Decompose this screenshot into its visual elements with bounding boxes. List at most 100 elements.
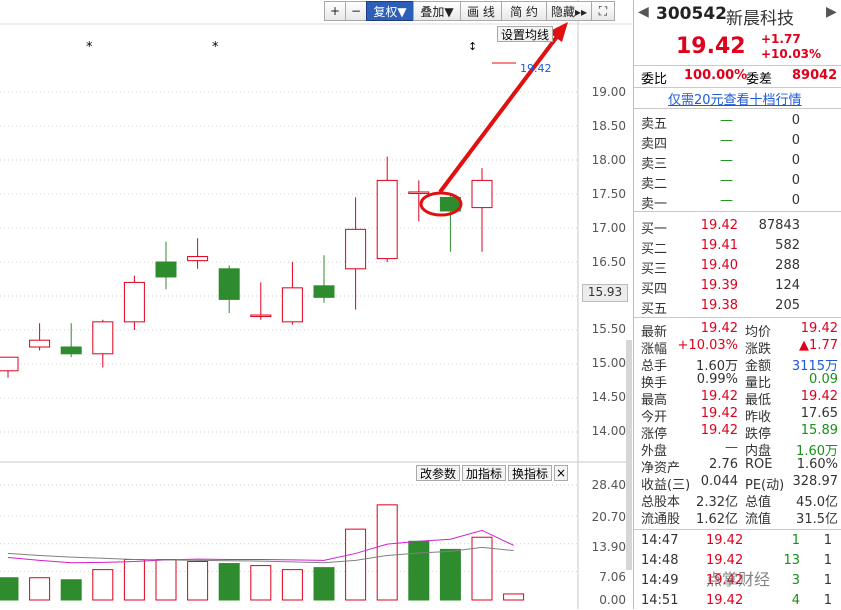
tick-time: 14:47 — [641, 533, 679, 548]
stat-row: 涨停 19.42 跌停 15.89 — [634, 423, 841, 442]
stat-value: 0.99% — [696, 372, 738, 387]
tick-count: 1 — [823, 593, 832, 608]
chart-toolbar: + − 复权▼ 叠加▼ 画 线 简 约 隐藏▸▸ ⛶ — [324, 1, 615, 23]
zoom-out-button[interactable]: − — [345, 1, 367, 21]
level-price: — — [720, 153, 733, 168]
price-tick-label: 17.00 — [591, 221, 626, 235]
level-volume: 582 — [775, 238, 800, 253]
last-price: 19.42 — [676, 34, 746, 59]
edit-params-button[interactable]: 改参数 — [416, 465, 461, 481]
overlay-dropdown[interactable]: 叠加▼ — [413, 1, 461, 21]
candle-body — [345, 228, 367, 270]
sell-level-row: 卖五 — 0 — [634, 113, 841, 132]
order-ratio-label: 委比 — [641, 72, 668, 87]
level-price: — — [720, 193, 733, 208]
volume-bar — [376, 504, 398, 601]
volume-bar — [29, 577, 51, 601]
kline-chart-panel[interactable]: + − 复权▼ 叠加▼ 画 线 简 约 隐藏▸▸ ⛶ 设置均线 19.42 * … — [0, 0, 632, 609]
tick-volume: 1 — [791, 533, 800, 548]
price-tick-label: 18.00 — [591, 153, 626, 167]
stat-label: 流通股 — [641, 512, 681, 527]
stat-value: 31.5亿 — [796, 512, 838, 527]
close-icon[interactable]: × — [554, 465, 569, 481]
price-tick-label: 17.50 — [591, 187, 626, 201]
draw-line-button[interactable]: 画 线 — [460, 1, 502, 21]
level-price: 19.39 — [700, 278, 738, 293]
tick-price: 19.42 — [706, 533, 744, 548]
level-price: 19.42 — [700, 218, 738, 233]
tick-time: 14:48 — [641, 553, 679, 568]
hide-panel-button[interactable]: 隐藏▸▸ — [546, 1, 592, 21]
level-label: 卖二 — [641, 177, 668, 192]
annotation-arrow — [438, 28, 564, 194]
stat-value: 19.42 — [700, 321, 738, 336]
stat-value: 2.76 — [709, 457, 738, 472]
event-marker[interactable]: * — [86, 40, 93, 55]
volume-bar — [0, 577, 19, 601]
volume-bar — [471, 536, 493, 601]
stat-value: 17.65 — [800, 406, 838, 421]
stat-value: 15.89 — [800, 423, 838, 438]
watermark-text: 点掌财经 — [706, 570, 771, 589]
tick-time: 14:49 — [641, 573, 679, 588]
price-tick-label: 14.50 — [591, 390, 626, 404]
current-price-marker: 15.93 — [582, 284, 628, 302]
set-ma-button[interactable]: 设置均线 — [497, 26, 554, 42]
tick-price: 19.42 — [706, 593, 744, 608]
stat-row: 今开 19.42 昨收 17.65 — [634, 406, 841, 425]
price-tick-label: 15.00 — [591, 356, 626, 370]
level-label: 买三 — [641, 262, 668, 277]
price-change-pct: +10.03% — [761, 47, 822, 61]
zoom-in-button[interactable]: + — [324, 1, 346, 21]
stat-value: 1.62亿 — [696, 512, 738, 527]
candle-body — [123, 281, 145, 323]
candle-body — [471, 179, 493, 209]
sell-level-row: 卖三 — 0 — [634, 153, 841, 172]
volume-tick-label: 13.90 — [591, 540, 626, 554]
order-diff-value: 89042 — [792, 68, 838, 83]
stat-value: — — [725, 440, 738, 455]
sell-level-row: 卖二 — 0 — [634, 173, 841, 192]
price-tick-label: 14.00 — [591, 424, 626, 438]
candle-body — [408, 191, 430, 194]
add-indicator-button[interactable]: 加指标 — [462, 465, 507, 481]
candle-body — [218, 268, 240, 300]
upgrade-level10-link[interactable]: 仅需20元查看十档行情 — [668, 89, 802, 108]
order-diff-label: 委差 — [746, 72, 773, 87]
fullscreen-icon[interactable]: ⛶ — [591, 1, 615, 21]
event-marker[interactable]: ↕ — [468, 40, 477, 53]
level-volume: 0 — [791, 193, 800, 208]
simple-mode-button[interactable]: 简 约 — [501, 1, 547, 21]
kline-svg — [0, 0, 632, 609]
stock-name: 新晨科技 — [726, 9, 794, 29]
price-change: +1.77 — [761, 32, 801, 46]
stat-value: 19.42 — [700, 389, 738, 404]
restore-rights-dropdown[interactable]: 复权▼ — [366, 1, 414, 21]
level-label: 卖四 — [641, 137, 668, 152]
event-marker[interactable]: * — [212, 40, 219, 55]
stat-row: 最高 19.42 最低 19.42 — [634, 389, 841, 408]
level-label: 买二 — [641, 242, 668, 257]
switch-indicator-button[interactable]: 换指标 — [508, 465, 553, 481]
quote-panel: ◀ 300542 新晨科技 ▶ 19.42 +1.77 +10.03% 委比 1… — [633, 0, 841, 609]
stock-code: 300542 — [656, 4, 727, 24]
stat-row: 最新 19.42 均价 19.42 — [634, 321, 841, 340]
buy-level-row: 买五 19.38 205 — [634, 298, 841, 317]
level-volume: 124 — [775, 278, 800, 293]
volume-bar — [408, 540, 430, 601]
tick-volume: 13 — [783, 553, 800, 568]
tick-count: 1 — [823, 553, 832, 568]
candle-body — [376, 179, 398, 260]
level-volume: 0 — [791, 153, 800, 168]
volume-bar — [345, 528, 367, 601]
volume-bar — [187, 561, 209, 601]
stat-row: 总股本 2.32亿 总值 45.0亿 — [634, 491, 841, 510]
stat-row: 换手 0.99% 量比 0.09 — [634, 372, 841, 391]
next-stock-icon[interactable]: ▶ — [826, 4, 837, 20]
price-tick-label: 18.50 — [591, 119, 626, 133]
level-volume: 0 — [791, 173, 800, 188]
level-label: 卖三 — [641, 157, 668, 172]
prev-stock-icon[interactable]: ◀ — [638, 4, 649, 20]
buy-level-row: 买四 19.39 124 — [634, 278, 841, 297]
volume-tick-label: 20.70 — [591, 510, 626, 524]
